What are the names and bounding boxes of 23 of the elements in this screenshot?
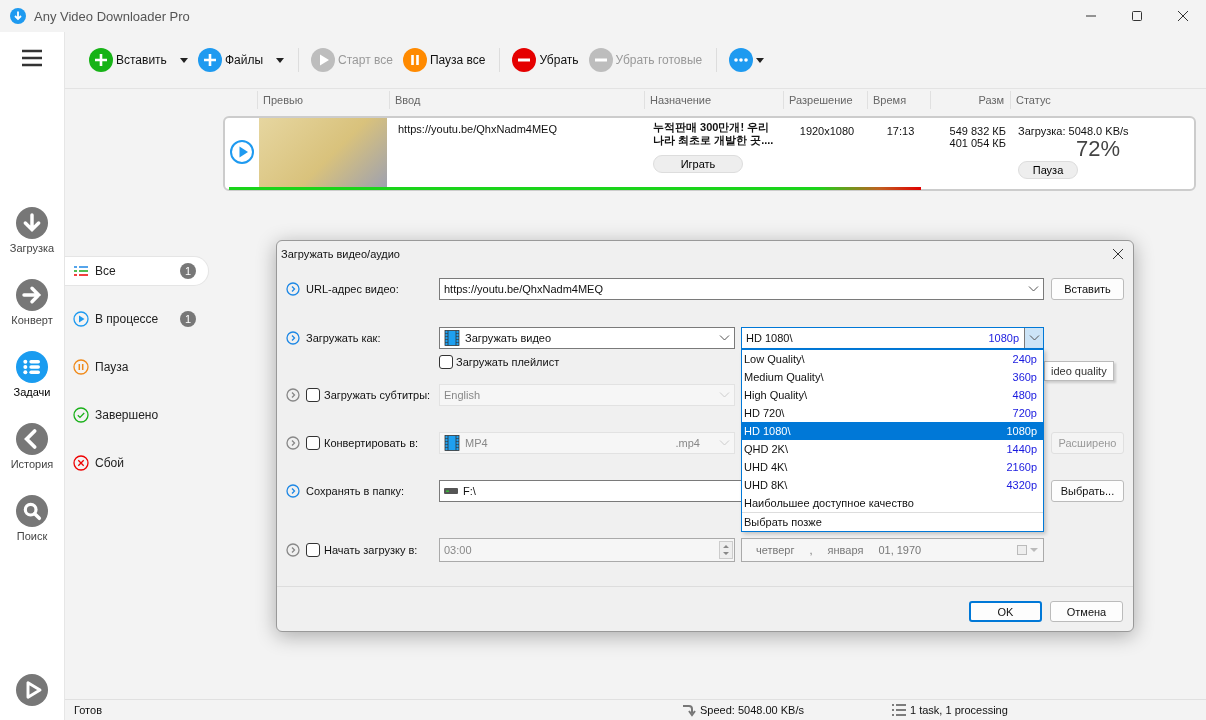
- count-badge: 1: [180, 263, 196, 279]
- video-url: https://youtu.be/QhxNadm4MEQ: [397, 122, 558, 135]
- checkbox-label: Загружать субтитры:: [324, 389, 431, 401]
- size-text: 549 832 КБ: [949, 125, 1006, 137]
- window-title: Any Video Downloader Pro: [34, 8, 191, 24]
- field-label: Сохранять в папку:: [306, 485, 404, 497]
- checkbox-label: Начать загрузку в:: [324, 544, 418, 556]
- status-text: Загрузка: 5048.0 KB/s: [1018, 125, 1130, 137]
- checkbox-label: Загружать плейлист: [456, 356, 560, 368]
- size-text: 401 054 КБ: [949, 137, 1006, 149]
- checkbox-label: Конвертировать в:: [324, 437, 419, 449]
- field-label: URL-адрес видео:: [306, 283, 399, 295]
- status-text: Готов: [74, 704, 103, 716]
- tooltip: ideo quality: [1044, 361, 1114, 381]
- video-title: 누적판매 300만개! 우리 나라 최초로 개발한 곳....: [653, 121, 775, 147]
- tasks-text: 1 task, 1 processing: [910, 704, 1008, 716]
- percent-text: 72%: [1076, 137, 1122, 161]
- dialog-title: Загружать видео/аудио: [281, 247, 401, 260]
- field-label: Загружать как:: [306, 332, 381, 344]
- resolution-text: 1920x1080: [799, 125, 855, 137]
- count-badge: 1: [180, 311, 196, 327]
- duration-text: 17:13: [886, 125, 915, 137]
- speed-text: Speed: 5048.00 KB/s: [700, 704, 804, 716]
